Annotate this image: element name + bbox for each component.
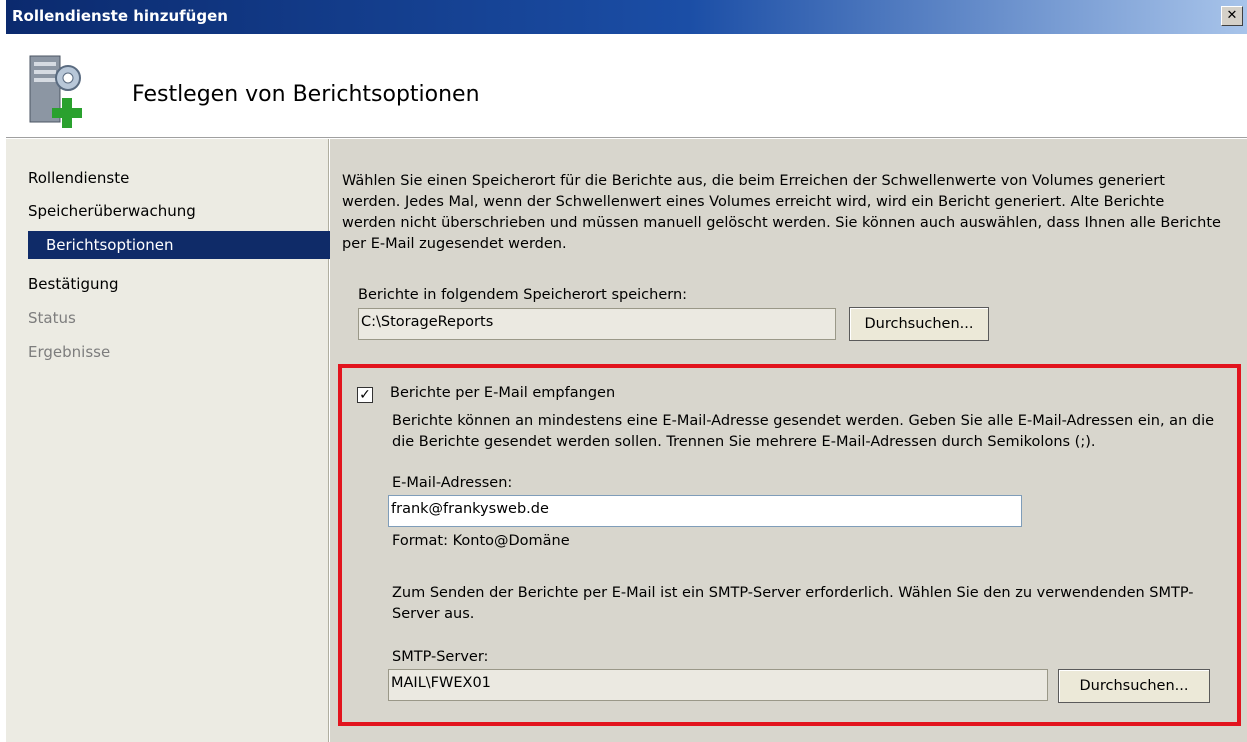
location-field[interactable]: C:\StorageReports (358, 308, 836, 340)
email-description: Berichte können an mindestens eine E-Mai… (392, 413, 1215, 450)
email-checkbox[interactable]: ✓ (357, 387, 373, 403)
addresses-label: E-Mail-Adressen: (392, 475, 513, 491)
smtp-browse-button[interactable]: Durchsuchen... (1058, 669, 1210, 703)
location-browse-button[interactable]: Durchsuchen... (849, 307, 989, 341)
format-hint: Format: Konto@Domäne (392, 533, 570, 549)
email-checkbox-label[interactable]: Berichte per E-Mail empfangen (390, 385, 615, 401)
smtp-server-field[interactable]: MAIL\FWEX01 (388, 669, 1048, 701)
smtp-description: Zum Senden der Berichte per E-Mail ist e… (392, 585, 1194, 622)
smtp-label: SMTP-Server: (392, 649, 489, 665)
sidebar-item-berichtsoptionen[interactable]: Berichtsoptionen (28, 231, 331, 259)
title-bar: Rollendienste hinzufügen ✕ (6, 0, 1247, 34)
wizard-steps: Rollendienste Speicherüberwachung Berich… (6, 139, 331, 742)
page-title: Festlegen von Berichtsoptionen (132, 82, 480, 107)
sidebar-item-rollendienste[interactable]: Rollendienste (28, 169, 129, 187)
location-label: Berichte in folgendem Speicherort speich… (358, 287, 688, 303)
sidebar-item-bestaetigung[interactable]: Bestätigung (28, 275, 119, 293)
sidebar-item-speicherueberwachung[interactable]: Speicherüberwachung (28, 202, 196, 220)
email-addresses-input[interactable]: frank@frankysweb.de (388, 495, 1022, 527)
sidebar-item-ergebnisse: Ergebnisse (28, 343, 111, 361)
sidebar-item-status: Status (28, 309, 76, 327)
server-add-icon (29, 55, 82, 128)
intro-text: Wählen Sie einen Speicherort für die Ber… (342, 173, 1221, 252)
content-pane: Wählen Sie einen Speicherort für die Ber… (330, 139, 1247, 742)
close-button[interactable]: ✕ (1221, 6, 1243, 26)
window-title: Rollendienste hinzufügen (12, 7, 228, 25)
wizard-header: Festlegen von Berichtsoptionen (6, 34, 1247, 138)
